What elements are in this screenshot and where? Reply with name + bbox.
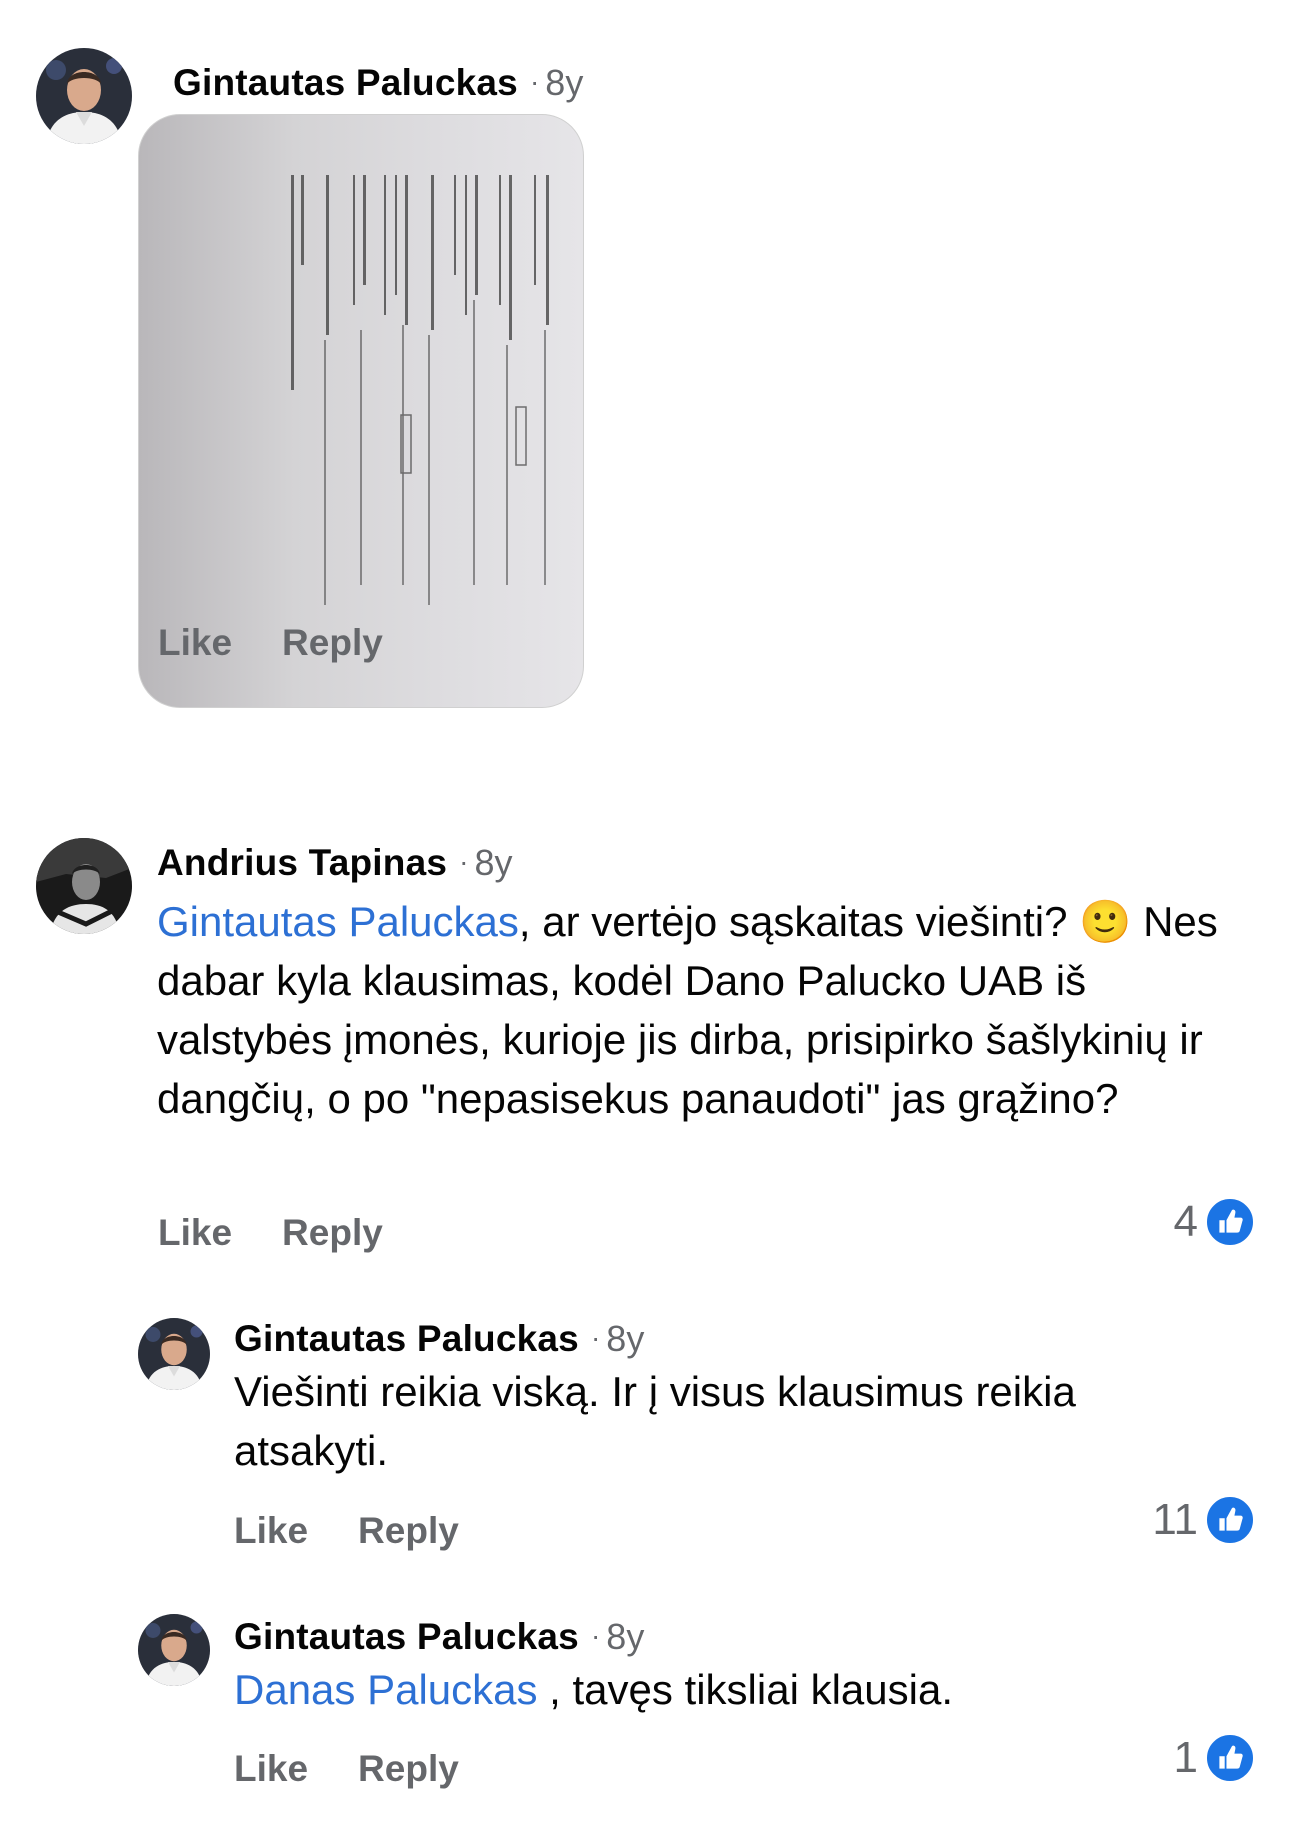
reaction-summary[interactable]: 4 — [1174, 1196, 1256, 1248]
avatar[interactable] — [36, 838, 132, 934]
mention-link[interactable]: Gintautas Paluckas — [157, 898, 519, 945]
comment-text: Gintautas Paluckas, ar vertėjo sąskaitas… — [157, 892, 1252, 1128]
comment-actions: Like Reply — [234, 1510, 459, 1552]
thumbs-up-icon — [1204, 1732, 1256, 1784]
mention-link[interactable]: Danas Paluckas — [234, 1666, 538, 1713]
comment-actions: Like Reply — [234, 1748, 459, 1790]
comment-header: Gintautas Paluckas · 8y — [234, 1616, 644, 1658]
avatar[interactable] — [138, 1614, 210, 1686]
reaction-count: 4 — [1173, 1197, 1198, 1246]
separator-dot: · — [529, 66, 540, 97]
comment-header: Andrius Tapinas · 8y — [157, 842, 513, 884]
thumbs-up-icon — [1204, 1196, 1256, 1248]
timestamp[interactable]: 8y — [474, 842, 512, 883]
reaction-count: 1 — [1173, 1733, 1198, 1782]
like-button[interactable]: Like — [234, 1748, 308, 1790]
author-name[interactable]: Gintautas Paluckas — [234, 1318, 579, 1359]
author-name[interactable]: Gintautas Paluckas — [234, 1616, 579, 1657]
author-name[interactable]: Andrius Tapinas — [157, 842, 447, 883]
like-button[interactable]: Like — [158, 1212, 232, 1254]
reply-button[interactable]: Reply — [282, 622, 383, 664]
author-name[interactable]: Gintautas Paluckas — [173, 62, 518, 103]
separator-dot: · — [590, 1620, 601, 1651]
reaction-summary[interactable]: 1 — [1174, 1732, 1256, 1784]
reaction-count: 11 — [1152, 1495, 1198, 1544]
comment-body: , tavęs tiksliai klausia. — [537, 1666, 953, 1713]
separator-dot: · — [590, 1322, 601, 1353]
comment-header: Gintautas Paluckas · 8y — [234, 1318, 644, 1360]
like-button[interactable]: Like — [158, 622, 232, 664]
separator-dot: · — [459, 846, 469, 877]
avatar[interactable] — [138, 1318, 210, 1390]
comment-header: Gintautas Paluckas · 8y — [173, 62, 583, 104]
like-button[interactable]: Like — [234, 1510, 308, 1552]
timestamp[interactable]: 8y — [606, 1616, 644, 1657]
attached-document-photo[interactable] — [138, 114, 584, 708]
reply-button[interactable]: Reply — [282, 1212, 383, 1254]
comment-actions: Like Reply — [158, 622, 383, 664]
reaction-summary[interactable]: 11 — [1152, 1494, 1256, 1546]
reply-button[interactable]: Reply — [358, 1748, 459, 1790]
comment-text: Danas Paluckas , tavęs tiksliai klausia. — [234, 1660, 1234, 1719]
comment-actions: Like Reply — [158, 1212, 383, 1254]
timestamp[interactable]: 8y — [606, 1318, 644, 1359]
thumbs-up-icon — [1204, 1494, 1256, 1546]
comment-body: Viešinti reikia viską. Ir į visus klausi… — [234, 1368, 1076, 1474]
avatar[interactable] — [36, 48, 132, 144]
reply-button[interactable]: Reply — [358, 1510, 459, 1552]
timestamp[interactable]: 8y — [545, 62, 583, 103]
